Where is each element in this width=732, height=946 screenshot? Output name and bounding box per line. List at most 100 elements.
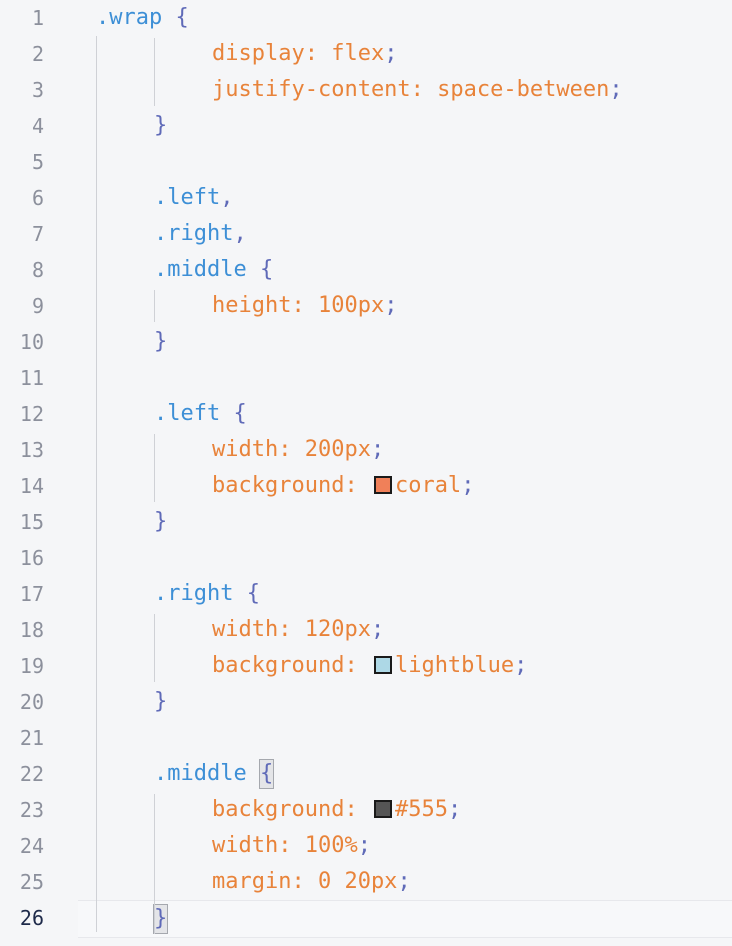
code-line[interactable]: .wrap { — [78, 0, 732, 36]
code-line[interactable]: width: 100%; — [78, 828, 732, 864]
punctuation: { — [162, 5, 189, 30]
code-line[interactable] — [78, 540, 732, 576]
css-selector: .left — [154, 185, 221, 210]
code-line[interactable]: .middle { — [78, 756, 732, 792]
code-line-content: .wrap { — [96, 0, 189, 36]
css-declaration: background: — [212, 473, 371, 498]
code-line-content: .right { — [154, 576, 260, 612]
code-line[interactable]: .left { — [78, 396, 732, 432]
code-line[interactable]: } — [78, 108, 732, 144]
code-line[interactable]: width: 200px; — [78, 432, 732, 468]
line-number: 7 — [31, 222, 44, 246]
code-line-content: justify-content: space-between; — [212, 72, 623, 108]
line-number: 8 — [31, 258, 44, 282]
line-number: 21 — [19, 726, 44, 750]
punctuation: ; — [370, 437, 385, 462]
punctuation: ; — [609, 77, 623, 102]
line-number: 12 — [19, 402, 44, 426]
color-swatch-icon[interactable] — [373, 656, 392, 674]
code-line[interactable] — [78, 720, 732, 756]
code-line-content: width: 120px; — [212, 612, 384, 648]
line-number-gutter: 1 2 3 4 5 6 7 8 9 10 11 12 13 14 15 16 17 18 19 20 21 22 23 24 2… — [0, 0, 78, 946]
css-declaration: width: 200px — [212, 437, 371, 462]
css-declaration: lightblue — [394, 653, 515, 678]
code-line[interactable]: } — [78, 324, 732, 360]
code-line[interactable]: background: coral; — [78, 468, 732, 504]
indent-guide — [154, 794, 155, 934]
code-area[interactable]: .wrap {display: flex; justify-content: sp… — [78, 0, 732, 946]
code-line[interactable]: .left, — [78, 180, 732, 216]
line-number: 3 — [31, 78, 44, 102]
code-line[interactable]: height: 100px; — [78, 288, 732, 324]
code-line[interactable] — [78, 144, 732, 180]
line-number: 15 — [19, 510, 44, 534]
css-declaration: #555 — [394, 797, 448, 822]
code-line-content: width: 100%; — [212, 828, 371, 864]
code-line-content: display: flex; — [212, 36, 397, 72]
punctuation: } — [154, 113, 168, 138]
css-declaration: height: 100px — [212, 293, 385, 318]
line-number: 16 — [19, 546, 44, 570]
indent-guide — [154, 290, 155, 322]
code-line[interactable]: .right, — [78, 216, 732, 252]
code-line-content: .middle { — [154, 756, 275, 792]
punctuation: { — [220, 401, 247, 426]
code-line[interactable]: } — [78, 900, 732, 938]
line-number: 13 — [19, 438, 44, 462]
css-declaration: margin: 0 20px — [212, 869, 398, 894]
code-line[interactable] — [78, 360, 732, 396]
line-number: 6 — [31, 186, 44, 210]
punctuation: , — [220, 185, 234, 210]
punctuation: ; — [357, 833, 371, 858]
punctuation — [247, 761, 260, 786]
line-number: 25 — [19, 870, 44, 894]
matched-brace: } — [152, 904, 169, 934]
punctuation: } — [154, 329, 168, 354]
code-line-content: .left, — [154, 180, 233, 216]
code-line[interactable]: } — [78, 684, 732, 720]
punctuation: ; — [384, 41, 398, 66]
code-line-content: .middle { — [154, 252, 273, 288]
css-declaration: display: flex — [212, 41, 385, 66]
code-line-content: height: 100px; — [212, 288, 397, 324]
line-number: 20 — [19, 690, 44, 714]
css-selector: .right — [154, 581, 234, 606]
color-swatch-icon[interactable] — [373, 800, 392, 818]
line-number: 24 — [19, 834, 44, 858]
code-line[interactable]: background: lightblue; — [78, 648, 732, 684]
line-number: 19 — [19, 654, 44, 678]
punctuation: ; — [514, 653, 528, 678]
line-number: 26 — [19, 906, 44, 930]
line-number: 23 — [19, 798, 44, 822]
line-number: 18 — [19, 618, 44, 642]
code-line-content: background: #555; — [212, 792, 461, 828]
css-selector: .left — [154, 401, 221, 426]
line-number: 2 — [31, 42, 44, 66]
indent-guide — [154, 38, 155, 106]
line-number: 1 — [31, 6, 44, 30]
css-declaration: justify-content: space-between — [212, 77, 610, 102]
code-line[interactable]: width: 120px; — [78, 612, 732, 648]
line-number: 10 — [19, 330, 44, 354]
code-line[interactable]: } — [78, 504, 732, 540]
css-declaration: width: 100% — [212, 833, 358, 858]
code-line[interactable]: display: flex; — [78, 36, 732, 72]
code-line-content: } — [154, 108, 167, 144]
punctuation: ; — [397, 869, 411, 894]
punctuation: , — [233, 221, 247, 246]
code-line[interactable]: .right { — [78, 576, 732, 612]
css-declaration: width: 120px — [212, 617, 371, 642]
punctuation: ; — [370, 617, 385, 642]
code-line-content: .left { — [154, 396, 247, 432]
code-line[interactable]: .middle { — [78, 252, 732, 288]
code-line[interactable]: justify-content: space-between; — [78, 72, 732, 108]
code-line-content: } — [152, 901, 169, 937]
line-number: 11 — [19, 366, 44, 390]
code-editor[interactable]: 1 2 3 4 5 6 7 8 9 10 11 12 13 14 15 16 17 18 19 20 21 22 23 24 2… — [0, 0, 732, 946]
css-selector: .middle — [154, 761, 247, 786]
color-swatch-icon[interactable] — [373, 476, 392, 494]
code-line[interactable]: background: #555; — [78, 792, 732, 828]
punctuation: } — [154, 689, 168, 714]
code-line[interactable]: margin: 0 20px; — [78, 864, 732, 900]
css-selector: .right — [154, 221, 234, 246]
